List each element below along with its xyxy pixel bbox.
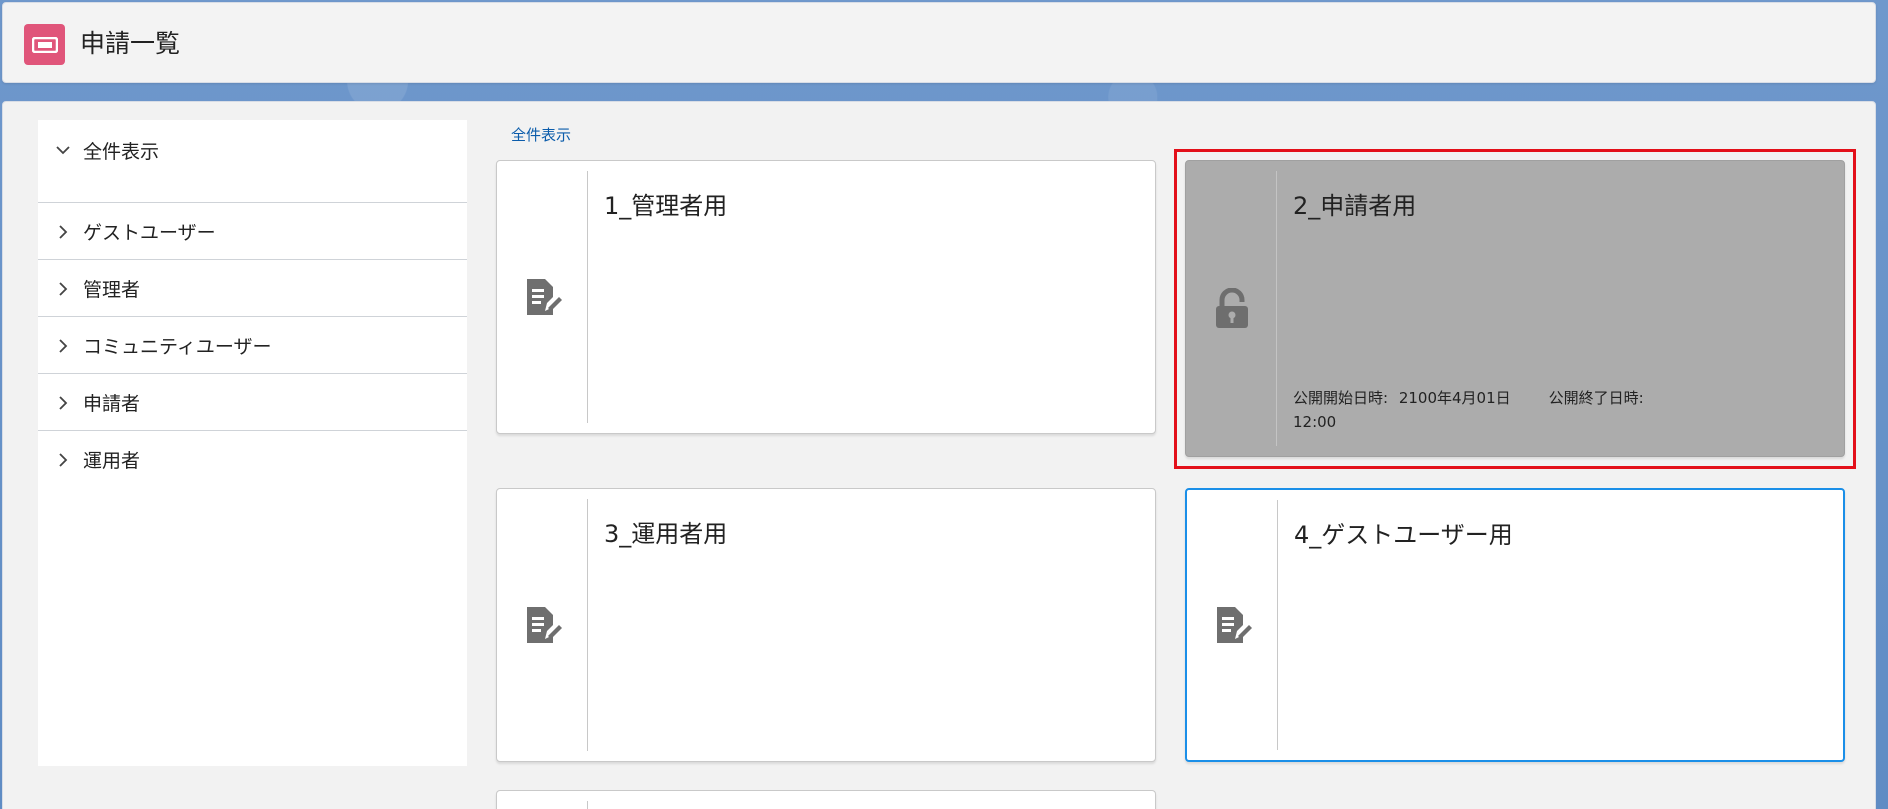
document-edit-icon [526, 607, 562, 643]
document-edit-icon [1216, 607, 1252, 643]
card-operator[interactable]: 3_運用者用 [496, 488, 1156, 762]
sidebar-item-community-user[interactable]: コミュニティユーザー [38, 317, 467, 373]
sidebar-item-label: 管理者 [83, 279, 141, 301]
sidebar-item-label: ゲストユーザー [83, 222, 216, 244]
document-edit-icon [526, 279, 562, 315]
sidebar-item-guest-user[interactable]: ゲストユーザー [38, 203, 467, 259]
chevron-right-icon [59, 396, 68, 410]
page-header: 申請一覧 [2, 2, 1876, 83]
sidebar-item-label: 運用者 [83, 450, 141, 472]
sidebar-item-label: 全件表示 [83, 141, 160, 163]
highlight-frame [1174, 149, 1856, 469]
chevron-right-icon [59, 453, 68, 467]
sidebar-item-operator[interactable]: 運用者 [38, 431, 467, 487]
show-all-link[interactable]: 全件表示 [511, 124, 571, 145]
sidebar-item-label: コミュニティユーザー [83, 336, 272, 358]
chevron-right-icon [59, 225, 68, 239]
card-title: 1_管理者用 [604, 192, 728, 220]
chevron-right-icon [59, 339, 68, 353]
chevron-right-icon [59, 282, 68, 296]
main-panel: 全件表示 ゲストユーザー 管理者 コミュニティユーザー 申請者 運用者 全件表示… [2, 101, 1876, 809]
page-title: 申請一覧 [80, 29, 181, 58]
card-title: 4_ゲストユーザー用 [1294, 521, 1513, 549]
card-partial[interactable] [496, 790, 1156, 809]
card-admin[interactable]: 1_管理者用 [496, 160, 1156, 434]
chevron-down-icon [56, 146, 70, 155]
sidebar-item-applicant[interactable]: 申請者 [38, 374, 467, 430]
sidebar-item-admin[interactable]: 管理者 [38, 260, 467, 316]
sidebar: 全件表示 ゲストユーザー 管理者 コミュニティユーザー 申請者 運用者 [38, 120, 467, 766]
sidebar-item-label: 申請者 [83, 393, 141, 415]
sidebar-item-all[interactable]: 全件表示 [38, 130, 467, 170]
card-guest-user[interactable]: 4_ゲストユーザー用 [1185, 488, 1845, 762]
ticket-icon [24, 24, 65, 65]
card-title: 3_運用者用 [604, 520, 728, 548]
